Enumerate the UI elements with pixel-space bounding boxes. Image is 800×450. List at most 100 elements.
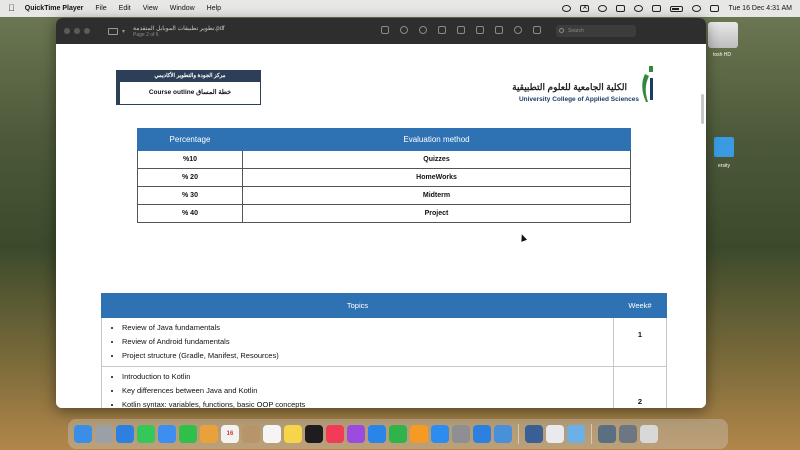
messages-icon[interactable] [137, 425, 155, 443]
facetime-icon[interactable] [179, 425, 197, 443]
control-center-icon[interactable] [710, 5, 720, 12]
record-icon[interactable] [562, 5, 572, 12]
method-cell: HomeWorks [242, 168, 631, 187]
pdf-page[interactable]: مركز الجودة والتطوير الأكاديمي Course ou… [56, 44, 706, 408]
toolbar [381, 26, 541, 34]
sidebar-toggle-icon[interactable] [108, 27, 118, 35]
safari-icon[interactable] [116, 425, 134, 443]
speaker-icon[interactable] [652, 5, 662, 12]
table-row: Introduction to Kotlin Key differences b… [101, 366, 667, 408]
zoom-button[interactable] [84, 28, 90, 34]
music-icon[interactable] [326, 425, 344, 443]
menu-help[interactable]: Help [207, 5, 221, 12]
mail-icon[interactable] [158, 425, 176, 443]
battery-icon[interactable] [670, 5, 684, 12]
window-title: تطوير تطبيقات الموبايل المتقدمة.pdf Page… [133, 25, 225, 38]
week-cell: 1 [613, 317, 667, 367]
quicktime-icon[interactable] [525, 425, 543, 443]
search-field[interactable]: Search [556, 25, 636, 37]
method-cell: Quizzes [242, 150, 631, 169]
window-titlebar: ▾ تطوير تطبيقات الموبايل المتقدمة.pdf Pa… [56, 18, 706, 44]
method-cell: Midterm [242, 186, 631, 205]
chevron-down-icon[interactable]: ▾ [122, 28, 125, 35]
hard-drive-label: tosh HD [712, 52, 732, 58]
file-name: تطوير تطبيقات الموبايل المتقدمة.pdf [133, 25, 225, 32]
menu-view[interactable]: View [143, 5, 158, 12]
zoom-in-icon[interactable] [419, 26, 427, 34]
minimize-button[interactable] [74, 28, 80, 34]
topics-header: Topics [101, 293, 614, 318]
evaluation-method-header: Evaluation method [242, 128, 631, 151]
keynote-icon[interactable] [368, 425, 386, 443]
topics-cell: Introduction to Kotlin Key differences b… [101, 366, 614, 408]
percentage-cell: % 20 [137, 168, 243, 187]
week-header: Week# [613, 293, 667, 318]
zoom-out-icon[interactable] [400, 26, 408, 34]
podcasts-icon[interactable] [347, 425, 365, 443]
reminders-icon[interactable] [263, 425, 281, 443]
list-item: Review of Java fundamentals [122, 321, 613, 335]
calendar-icon[interactable]: 16 [221, 425, 239, 443]
apple-menu-icon[interactable]:  [8, 4, 15, 13]
mouse-cursor-icon [518, 233, 528, 242]
settings-icon[interactable] [452, 425, 470, 443]
tv-icon[interactable] [305, 425, 323, 443]
folder-icon[interactable] [714, 137, 734, 157]
documents-stack-icon[interactable] [619, 425, 637, 443]
topics-header-row: Topics Week# [101, 293, 667, 318]
launchpad-icon[interactable] [95, 425, 113, 443]
wifi-icon[interactable] [634, 5, 644, 12]
rotate-icon[interactable] [476, 26, 484, 34]
list-item: Review of Android fundamentals [122, 335, 613, 349]
trash-icon[interactable] [640, 425, 658, 443]
quality-center-box: مركز الجودة والتطوير الأكاديمي Course ou… [116, 70, 261, 105]
vertical-scrollbar[interactable] [701, 94, 704, 124]
table-row: % 30 Midterm [137, 186, 631, 205]
dock: 16 [68, 419, 728, 449]
chrome-icon[interactable] [546, 425, 564, 443]
menu-clock[interactable]: Tue 16 Dec 4:31 AM [728, 5, 792, 12]
topics-cell: Review of Java fundamentals Review of An… [101, 317, 614, 367]
annotate-icon[interactable] [514, 26, 522, 34]
preview-icon[interactable] [494, 425, 512, 443]
week-cell: 2 [613, 366, 667, 408]
list-item: Introduction to Kotlin [122, 370, 613, 384]
search-placeholder: Search [568, 28, 584, 34]
spotlight-search-icon[interactable] [692, 5, 702, 12]
generic-app-icon[interactable] [567, 425, 585, 443]
xcode-icon[interactable] [473, 425, 491, 443]
finder-icon[interactable] [74, 425, 92, 443]
form-fill-icon[interactable] [533, 26, 541, 34]
markup-toolbar-icon[interactable] [495, 26, 503, 34]
status-area: A Tue 16 Dec 4:31 AM [562, 5, 792, 12]
table-row: Review of Java fundamentals Review of An… [101, 317, 667, 367]
menu-edit[interactable]: Edit [119, 5, 131, 12]
table-row: % 20 HomeWorks [137, 168, 631, 187]
evaluation-table: Percentage Evaluation method %10 Quizzes… [137, 128, 631, 223]
downloads-stack-icon[interactable] [598, 425, 616, 443]
menu-file[interactable]: File [95, 5, 106, 12]
screen-icon[interactable] [598, 5, 608, 12]
notes-icon[interactable] [284, 425, 302, 443]
percentage-cell: % 30 [137, 186, 243, 205]
topics-table: Topics Week# Review of Java fundamentals… [101, 293, 667, 408]
menu-app-name[interactable]: QuickTime Player [25, 5, 84, 12]
contacts-icon[interactable] [242, 425, 260, 443]
pages-icon[interactable] [410, 425, 428, 443]
close-button[interactable] [64, 28, 70, 34]
menu-bar:  QuickTime Player File Edit View Window… [0, 0, 800, 17]
method-cell: Project [242, 204, 631, 223]
appstore-icon[interactable] [431, 425, 449, 443]
info-icon[interactable] [381, 26, 389, 34]
markup-pen-icon[interactable] [457, 26, 465, 34]
evaluation-header-row: Percentage Evaluation method [137, 128, 631, 151]
numbers-icon[interactable] [389, 425, 407, 443]
hard-drive-icon[interactable] [708, 22, 738, 48]
list-item: Project structure (Gradle, Manifest, Res… [122, 349, 613, 363]
control-icon[interactable] [616, 5, 626, 12]
dock-separator [518, 424, 519, 444]
photos-icon[interactable] [200, 425, 218, 443]
share-icon[interactable] [438, 26, 446, 34]
text-input-icon[interactable]: A [580, 5, 590, 12]
menu-window[interactable]: Window [170, 5, 195, 12]
